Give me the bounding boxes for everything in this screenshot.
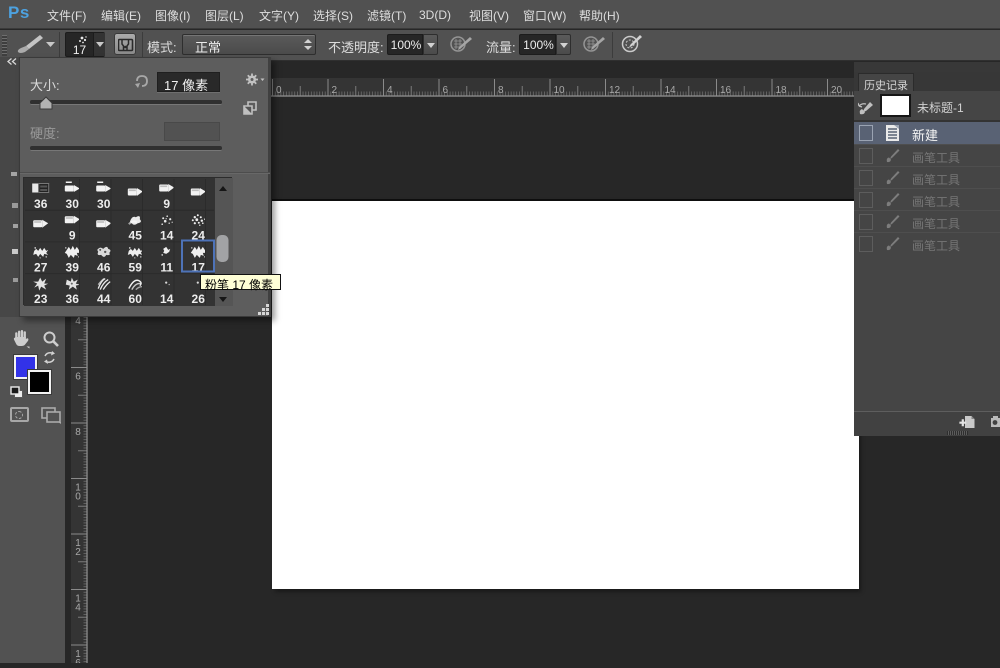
svg-text:9: 9 (163, 197, 170, 211)
svg-text:30: 30 (66, 197, 80, 211)
svg-text:8: 8 (498, 85, 504, 96)
svg-text:9: 9 (69, 229, 76, 243)
svg-text:2: 2 (75, 547, 81, 558)
svg-text:23: 23 (34, 292, 48, 306)
svg-text:0: 0 (276, 85, 282, 96)
svg-text:45: 45 (129, 229, 143, 243)
svg-text:8: 8 (75, 427, 81, 438)
svg-text:39: 39 (66, 260, 80, 274)
svg-text:12: 12 (609, 85, 621, 96)
svg-text:36: 36 (34, 197, 48, 211)
svg-text:11: 11 (160, 260, 173, 274)
svg-text:30: 30 (97, 197, 111, 211)
svg-text:0: 0 (75, 492, 81, 503)
svg-text:6: 6 (443, 85, 449, 96)
svg-text:6: 6 (75, 372, 81, 383)
svg-text:10: 10 (554, 85, 566, 96)
svg-text:4: 4 (75, 316, 81, 327)
svg-text:60: 60 (129, 292, 143, 306)
svg-text:14: 14 (665, 85, 677, 96)
svg-text:6: 6 (75, 658, 81, 663)
svg-text:46: 46 (97, 260, 111, 274)
svg-text:18: 18 (776, 85, 788, 96)
svg-text:14: 14 (160, 229, 174, 243)
svg-text:26: 26 (192, 292, 206, 306)
svg-text:59: 59 (129, 260, 143, 274)
svg-text:14: 14 (160, 292, 174, 306)
svg-text:16: 16 (720, 85, 732, 96)
svg-text:44: 44 (97, 292, 111, 306)
svg-text:36: 36 (66, 292, 80, 306)
svg-text:27: 27 (34, 260, 48, 274)
svg-text:2: 2 (332, 85, 338, 96)
svg-text:4: 4 (387, 85, 393, 96)
svg-text:4: 4 (75, 603, 81, 614)
svg-text:20: 20 (831, 85, 843, 96)
